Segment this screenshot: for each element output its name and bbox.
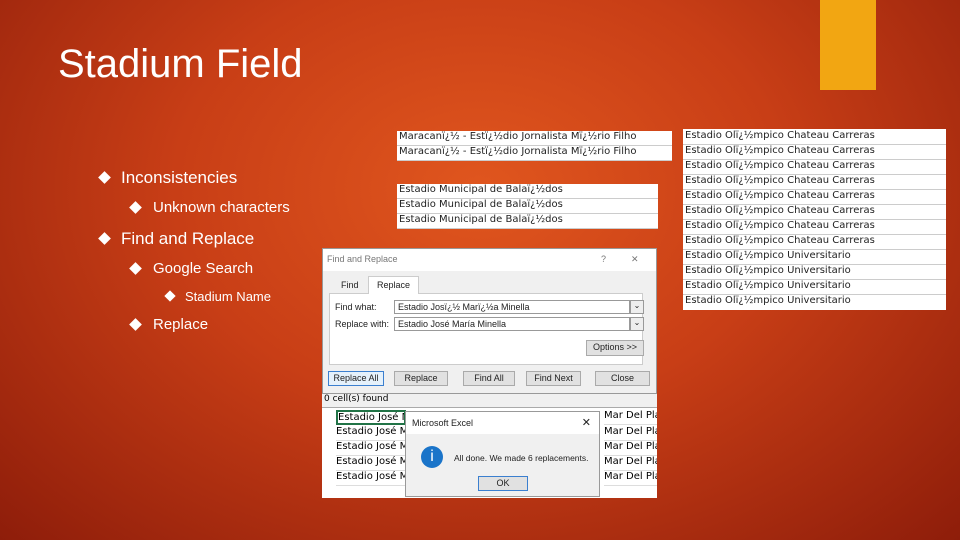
diamond-bullet-icon (98, 232, 111, 245)
replace-with-input[interactable]: Estadio José María Minella (394, 317, 630, 331)
cell[interactable]: Estadio José M (336, 471, 406, 486)
diamond-bullet-icon (129, 201, 142, 214)
info-icon: i (421, 446, 443, 468)
replace-button[interactable]: Replace (394, 371, 448, 386)
bullet-find-replace: Find and Replace (98, 229, 255, 249)
slide-title: Stadium Field (58, 42, 303, 86)
bullet-inconsistencies: Inconsistencies (98, 168, 238, 188)
cell: Estadio Municipal de Balaï¿½dos (397, 214, 658, 229)
status-text: 0 cell(s) found (322, 394, 657, 408)
replace-label: Replace with: (335, 319, 390, 329)
cell: Estadio Olï¿½mpico Chateau Carreras (683, 190, 946, 205)
cell[interactable]: Estadio José M (336, 410, 406, 425)
cell: Estadio Olï¿½mpico Universitario (683, 250, 946, 265)
replace-all-button[interactable]: Replace All (328, 371, 384, 386)
cell[interactable]: Mar Del Pla (604, 410, 657, 425)
close-icon[interactable]: ✕ (631, 254, 639, 265)
bullet-google-search: Google Search (129, 260, 254, 277)
cell[interactable]: Estadio José M (336, 441, 406, 456)
message-text: All done. We made 6 replacements. (454, 453, 589, 463)
find-all-button[interactable]: Find All (463, 371, 515, 386)
diamond-bullet-icon (164, 290, 176, 302)
bullet-stadium-name: Stadium Name (164, 289, 271, 304)
options-button[interactable]: Options >> (586, 340, 644, 356)
screenshot-olimpico: Estadio Olï¿½mpico Chateau Carreras Esta… (683, 129, 946, 310)
bullet-unknown-characters: Unknown characters (129, 199, 290, 216)
cell: Estadio Olï¿½mpico Universitario (683, 280, 946, 295)
bullet-text: Inconsistencies (121, 168, 238, 187)
tab-replace[interactable]: Replace (368, 276, 420, 294)
dialog-title: Find and Replace (327, 254, 398, 264)
accent-bar (820, 0, 876, 90)
screenshot-maracana: Maracanï¿½ - Estï¿½dio Jornalista Mï¿½ri… (397, 131, 672, 161)
cell: Estadio Olï¿½mpico Chateau Carreras (683, 205, 946, 220)
cell: Estadio Olï¿½mpico Chateau Carreras (683, 130, 946, 145)
help-icon[interactable]: ? (601, 254, 606, 264)
find-what-input[interactable]: Estadio Josï¿½ Marï¿½a Minella (394, 300, 630, 314)
chevron-down-icon[interactable]: ⌄ (630, 317, 644, 331)
cell[interactable]: Mar Del Pla (604, 471, 657, 486)
cell: Estadio Olï¿½mpico Chateau Carreras (683, 145, 946, 160)
close-button[interactable]: Close (595, 371, 650, 386)
message-title: Microsoft Excel (412, 418, 474, 428)
ok-button[interactable]: OK (478, 476, 528, 491)
diamond-bullet-icon (129, 262, 142, 275)
bullet-text: Replace (153, 316, 209, 333)
chevron-down-icon[interactable]: ⌄ (630, 300, 644, 314)
excel-message-box: Microsoft Excel ✕ i All done. We made 6 r… (405, 411, 600, 497)
close-icon[interactable]: ✕ (582, 416, 591, 429)
cell: Estadio Olï¿½mpico Universitario (683, 265, 946, 280)
cell: Estadio Olï¿½mpico Chateau Carreras (683, 175, 946, 190)
diamond-bullet-icon (98, 171, 111, 184)
screenshot-balaidos: Estadio Municipal de Balaï¿½dos Estadio … (397, 184, 658, 229)
cell: Estadio Olï¿½mpico Chateau Carreras (683, 220, 946, 235)
bullet-text: Google Search (153, 260, 254, 277)
replace-panel: Find what: Estadio Josï¿½ Marï¿½a Minell… (329, 293, 644, 365)
cell[interactable]: Mar Del Pla (604, 426, 657, 441)
cell[interactable]: Estadio José M (336, 426, 406, 441)
cell: Maracanï¿½ - Estï¿½dio Jornalista Mï¿½ri… (397, 146, 672, 161)
bullet-text: Unknown characters (153, 199, 290, 216)
cell: Estadio Olï¿½mpico Chateau Carreras (683, 160, 946, 175)
cell: Maracanï¿½ - Estï¿½dio Jornalista Mï¿½ri… (397, 131, 672, 146)
bullet-text: Stadium Name (185, 289, 271, 304)
bullet-replace: Replace (129, 316, 209, 333)
cell: Estadio Municipal de Balaï¿½dos (397, 199, 658, 214)
find-next-button[interactable]: Find Next (526, 371, 581, 386)
find-replace-dialog: Find and Replace? ✕ Find Replace Find wha… (322, 248, 657, 394)
cell[interactable]: Estadio José M (336, 456, 406, 471)
tab-find[interactable]: Find (333, 277, 367, 293)
find-label: Find what: (335, 302, 377, 312)
diamond-bullet-icon (129, 318, 142, 331)
cell: Estadio Olï¿½mpico Universitario (685, 295, 851, 306)
bullet-text: Find and Replace (121, 229, 255, 248)
cell: Estadio Municipal de Balaï¿½dos (397, 184, 658, 199)
cell[interactable]: Mar Del Pla (604, 456, 657, 471)
cell: Estadio Olï¿½mpico Chateau Carreras (683, 235, 946, 250)
cell[interactable]: Mar Del Pla (604, 441, 657, 456)
